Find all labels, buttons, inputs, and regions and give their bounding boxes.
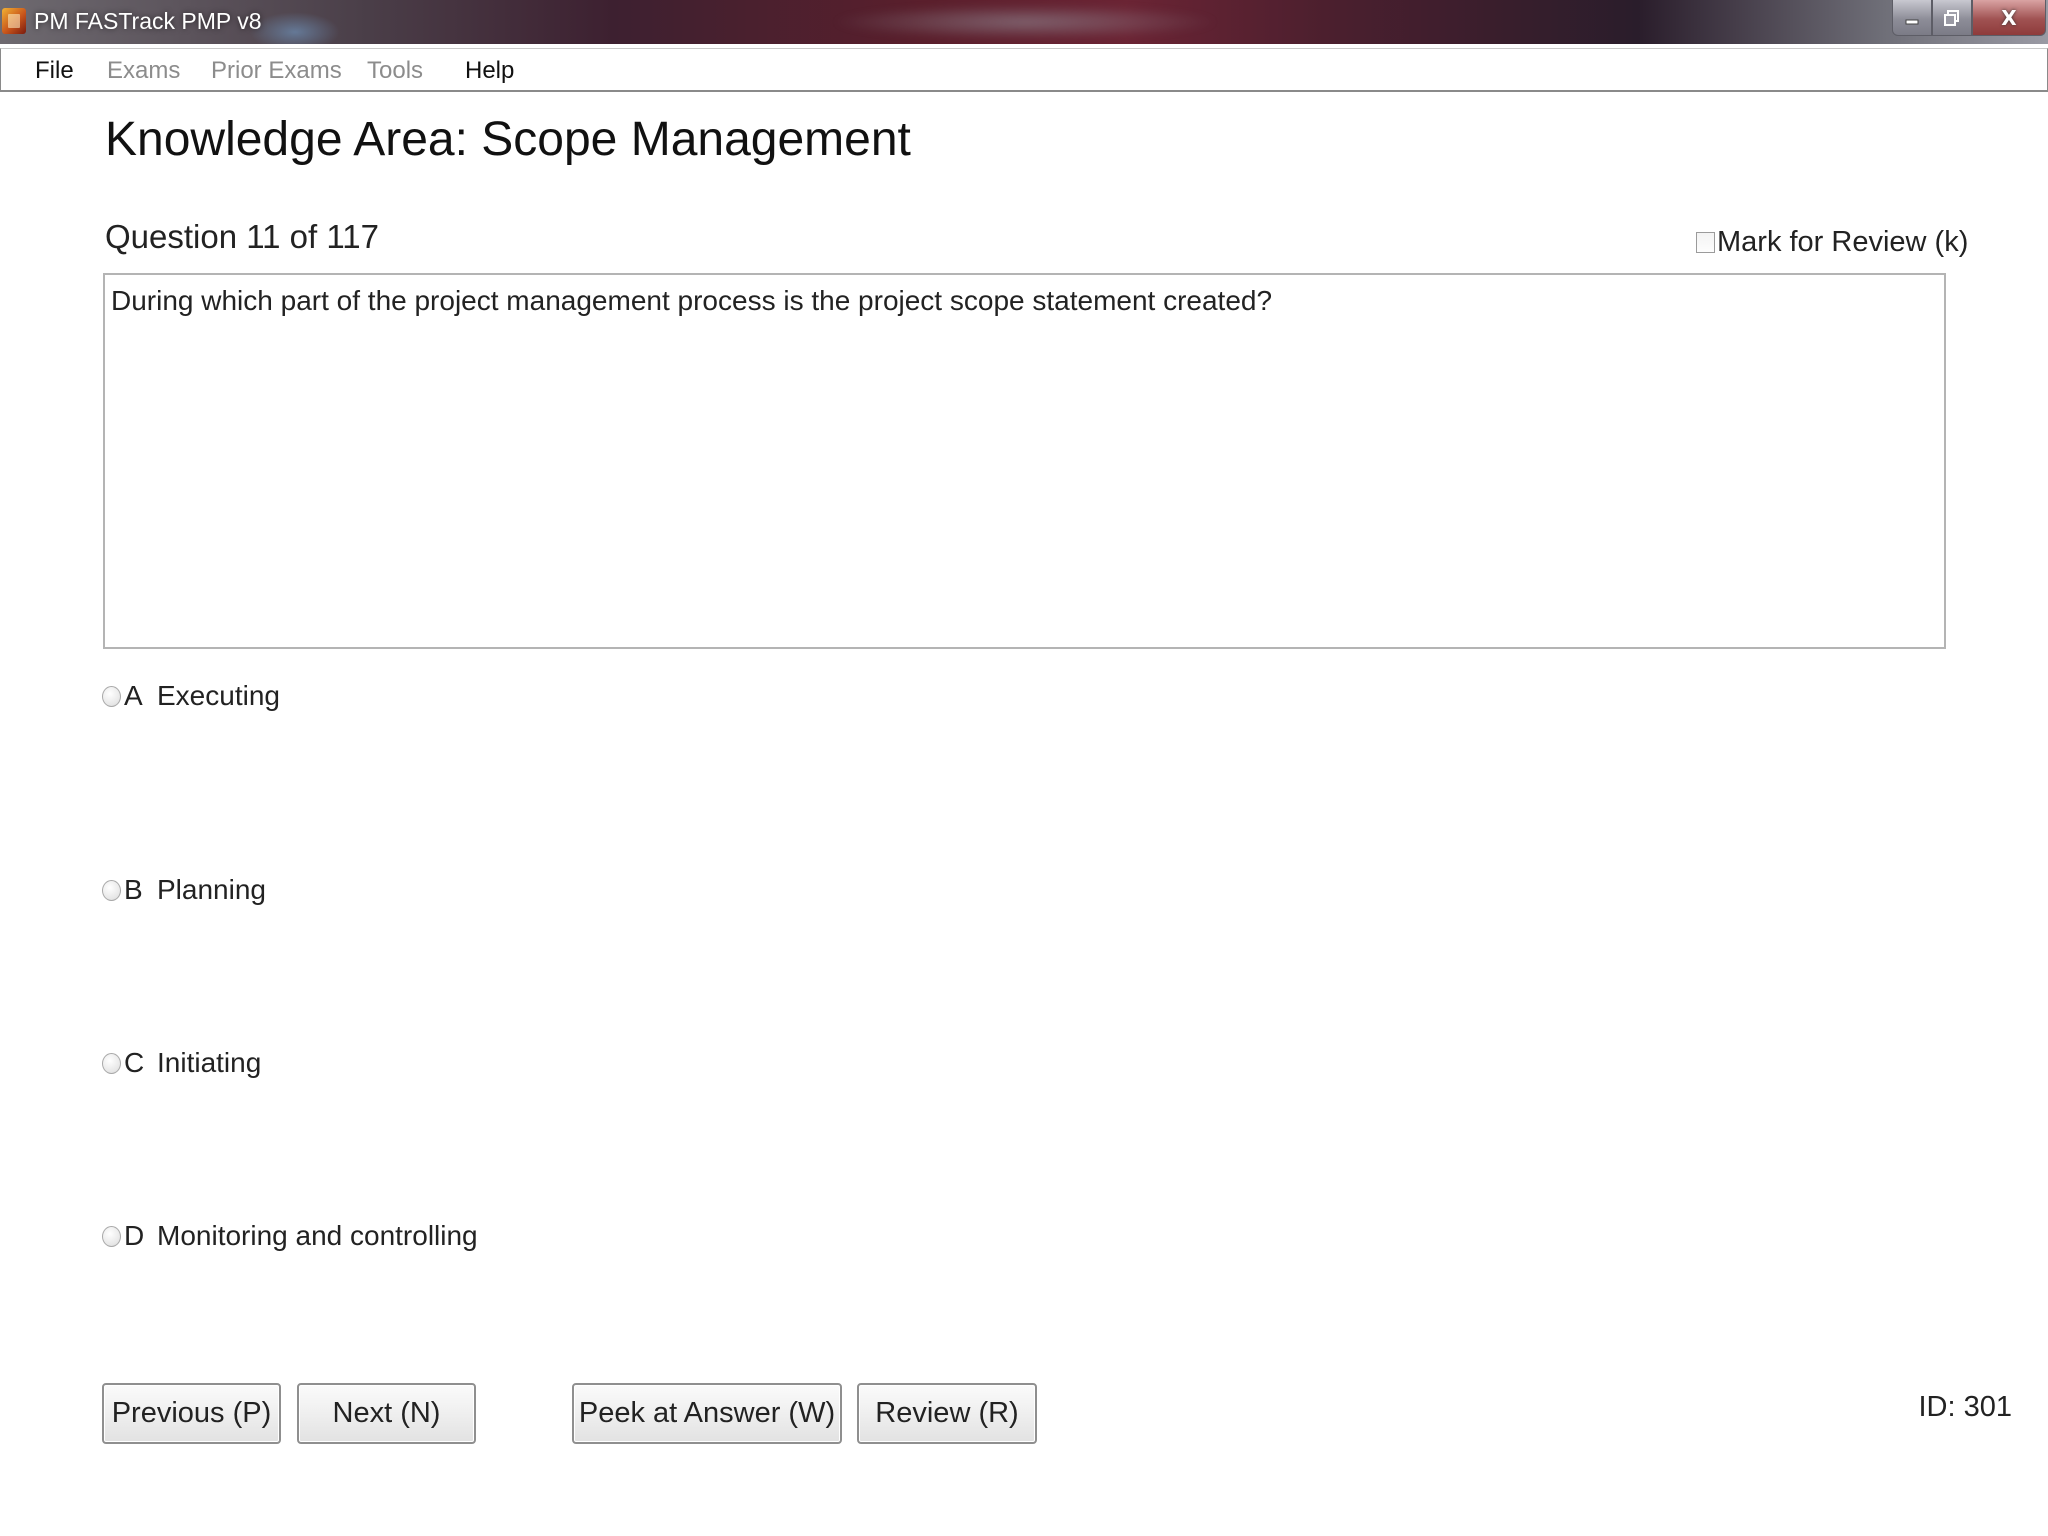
question-text-box: During which part of the project managem… bbox=[103, 273, 1946, 649]
menu-exams[interactable]: Exams bbox=[107, 57, 180, 85]
answer-letter: B bbox=[124, 874, 143, 905]
menu-prior-exams[interactable]: Prior Exams bbox=[211, 57, 342, 85]
window-title: PM FASTrack PMP v8 bbox=[34, 8, 262, 34]
answer-option-c[interactable]: C Initiating bbox=[102, 1047, 261, 1079]
menu-file[interactable]: File bbox=[35, 57, 74, 85]
answer-radio[interactable] bbox=[102, 1052, 121, 1074]
restore-button[interactable] bbox=[1932, 0, 1972, 36]
mark-for-review-checkbox[interactable]: Mark for Review (k) bbox=[1696, 226, 1968, 259]
answer-letter: D bbox=[124, 1220, 145, 1251]
peek-at-answer-button[interactable]: Peek at Answer (W) bbox=[572, 1383, 842, 1444]
mark-for-review-label[interactable]: Mark for Review (k) bbox=[1717, 226, 1968, 259]
window-title-bar[interactable]: PM FASTrack PMP v8 X bbox=[0, 0, 2048, 44]
answer-text: Monitoring and controlling bbox=[157, 1220, 478, 1251]
answer-text: Initiating bbox=[157, 1047, 262, 1078]
title-bar-decoration bbox=[250, 12, 340, 44]
review-button[interactable]: Review (R) bbox=[857, 1383, 1037, 1444]
app-icon[interactable] bbox=[2, 8, 26, 34]
page-title: Knowledge Area: Scope Management bbox=[105, 113, 911, 166]
title-bar-decoration bbox=[830, 4, 1220, 40]
answer-letter: C bbox=[124, 1047, 145, 1078]
answer-radio[interactable] bbox=[102, 685, 121, 707]
close-button[interactable]: X bbox=[1972, 0, 2046, 36]
answer-text: Planning bbox=[157, 874, 266, 905]
menu-tools[interactable]: Tools bbox=[367, 57, 423, 85]
menu-help[interactable]: Help bbox=[465, 57, 514, 85]
answer-option-a[interactable]: A Executing bbox=[102, 680, 280, 712]
answer-radio[interactable] bbox=[102, 879, 121, 901]
answer-letter: A bbox=[124, 680, 143, 711]
answer-option-b[interactable]: B Planning bbox=[102, 874, 266, 906]
answer-radio[interactable] bbox=[102, 1225, 121, 1247]
minimize-button[interactable] bbox=[1892, 0, 1932, 36]
restore-icon bbox=[1944, 9, 1959, 26]
window-controls: X bbox=[1892, 0, 2046, 38]
question-counter: Question 11 of 117 bbox=[105, 218, 379, 255]
next-button[interactable]: Next (N) bbox=[297, 1383, 476, 1444]
menu-bar: File Exams Prior Exams Tools Help bbox=[0, 48, 2048, 92]
answer-option-d[interactable]: D Monitoring and controlling bbox=[102, 1220, 478, 1252]
answer-text: Executing bbox=[157, 680, 280, 711]
question-id-label: ID: 301 bbox=[1918, 1391, 2013, 1423]
checkbox-box[interactable] bbox=[1696, 232, 1715, 253]
question-text: During which part of the project managem… bbox=[111, 285, 1273, 316]
minimize-icon bbox=[1905, 19, 1919, 24]
close-icon: X bbox=[2001, 5, 2017, 30]
previous-button[interactable]: Previous (P) bbox=[102, 1383, 281, 1444]
